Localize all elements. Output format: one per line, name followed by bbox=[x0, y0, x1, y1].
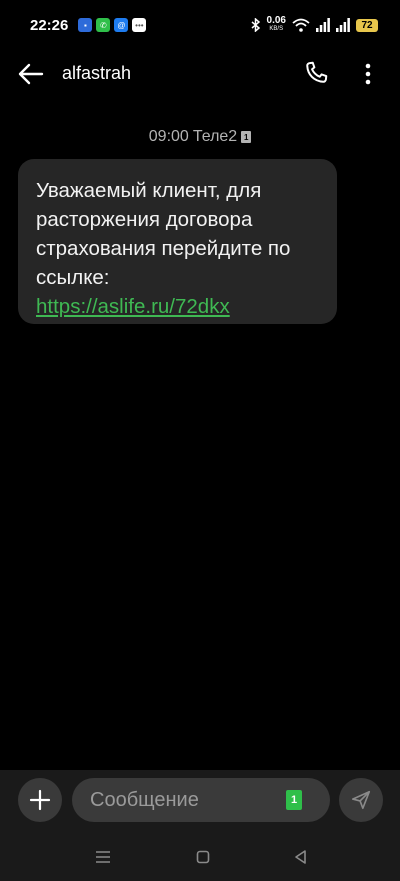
system-nav-bar bbox=[0, 834, 400, 881]
arrow-left-icon bbox=[18, 63, 44, 85]
message-input[interactable]: Сообщение 1 bbox=[72, 778, 330, 822]
net-speed-value: 0.06 bbox=[266, 15, 286, 26]
message-text: Уважаемый клиент, для расторжения догово… bbox=[36, 179, 291, 289]
notification-icons: ▪ ✆ @ ••• bbox=[78, 18, 147, 32]
signal-icon-1 bbox=[316, 18, 330, 32]
message-link[interactable]: https://aslife.ru/72dkx bbox=[36, 292, 319, 321]
net-speed-unit: KB/S bbox=[269, 26, 284, 32]
square-icon bbox=[196, 850, 210, 864]
message-input-placeholder: Сообщение bbox=[90, 789, 199, 811]
more-notifications-icon: ••• bbox=[132, 18, 147, 32]
sim-select-button[interactable]: 1 bbox=[286, 790, 302, 810]
sim-badge: 1 bbox=[241, 131, 252, 143]
message-bubble[interactable]: Уважаемый клиент, для расторжения догово… bbox=[18, 159, 337, 324]
signal-icon-2 bbox=[336, 18, 350, 32]
status-bar: 22:26 ▪ ✆ @ ••• 0.06 KB/S 72 bbox=[0, 0, 400, 50]
send-button[interactable] bbox=[339, 778, 383, 822]
phone-notification-icon: ✆ bbox=[96, 18, 111, 32]
more-vertical-icon bbox=[365, 63, 371, 85]
conversation-header: alfastrah bbox=[0, 50, 400, 98]
status-time: 22:26 bbox=[30, 16, 69, 34]
add-attachment-button[interactable] bbox=[18, 778, 62, 822]
more-options-button[interactable] bbox=[356, 59, 380, 89]
plus-icon bbox=[29, 789, 51, 811]
menu-lines-icon bbox=[96, 851, 110, 863]
contact-name: alfastrah bbox=[62, 63, 132, 83]
phone-icon bbox=[306, 61, 328, 83]
system-back-button[interactable] bbox=[293, 849, 309, 865]
message-time: 09:00 bbox=[148, 128, 189, 145]
home-button[interactable] bbox=[196, 850, 210, 864]
message-composer: Сообщение 1 bbox=[0, 770, 400, 834]
call-button[interactable] bbox=[302, 59, 330, 87]
mail-notification-icon: @ bbox=[114, 18, 129, 32]
wifi-icon bbox=[292, 18, 310, 32]
message-carrier: Теле2 bbox=[192, 128, 238, 145]
message-timestamp: 09:00 Теле2 1 bbox=[0, 128, 400, 146]
screen: 22:26 ▪ ✆ @ ••• 0.06 KB/S 72 alfastrah 0… bbox=[0, 0, 400, 881]
status-right: 0.06 KB/S 72 bbox=[251, 15, 378, 33]
battery-indicator: 72 bbox=[356, 18, 378, 32]
triangle-back-icon bbox=[295, 850, 306, 864]
send-icon bbox=[351, 790, 371, 810]
net-speed: 0.06 KB/S bbox=[266, 15, 286, 33]
recents-button[interactable] bbox=[94, 850, 112, 864]
app-notification-icon: ▪ bbox=[78, 18, 93, 32]
bluetooth-icon bbox=[251, 18, 260, 32]
back-button[interactable] bbox=[16, 60, 46, 88]
